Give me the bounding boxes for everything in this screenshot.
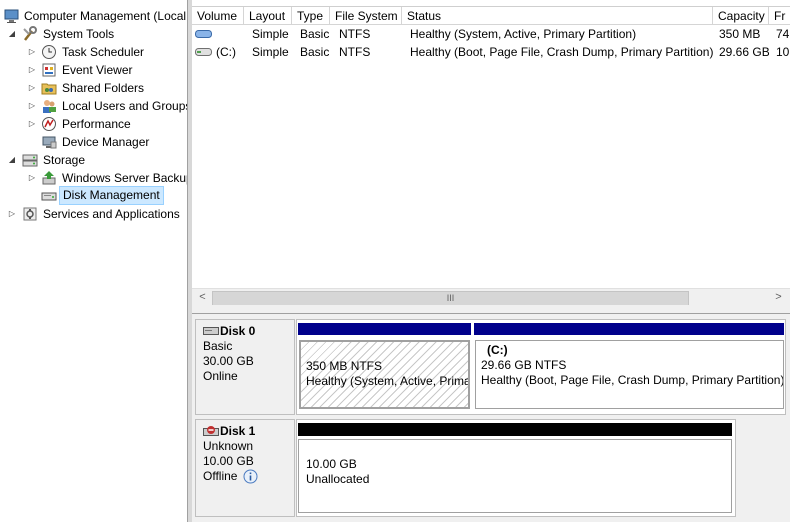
column-header-type[interactable]: Type (292, 7, 330, 25)
expand-arrow-icon[interactable]: ▷ (28, 79, 36, 97)
column-header-layout[interactable]: Layout (244, 7, 292, 25)
disk-1-partitions: 10.00 GB Unallocated (296, 419, 736, 517)
expand-arrow-icon[interactable]: ▷ (28, 169, 36, 187)
tree-label: Task Scheduler (62, 45, 145, 59)
cell-status: Healthy (Boot, Page File, Crash Dump, Pr… (410, 45, 714, 59)
primary-partition-bar (474, 323, 784, 335)
unallocated-bar (298, 423, 732, 436)
cell-layout: Simple (252, 45, 289, 59)
partition-status: Unallocated (306, 472, 370, 486)
offline-disk-icon (203, 426, 219, 436)
expand-arrow-icon[interactable]: ▷ (28, 43, 36, 61)
horizontal-pane-splitter[interactable] (192, 305, 790, 314)
tree-label: Device Manager (62, 135, 150, 149)
tree-label: Event Viewer (62, 63, 133, 77)
info-icon[interactable] (243, 469, 258, 484)
cell-free-space: 74 (776, 27, 790, 41)
disk-0-info[interactable]: Disk 0 Basic 30.00 GB Online (195, 319, 295, 415)
scrollbar-thumb[interactable]: III (212, 291, 689, 306)
scrollbar-grip: III (446, 293, 455, 303)
disk-status: Online (203, 369, 238, 383)
cell-capacity: 29.66 GB (719, 45, 769, 59)
navigation-tree: Computer Management (Local ◢ System Tool… (0, 0, 187, 522)
computer-management-icon (4, 9, 19, 23)
scroll-left-button[interactable]: < (194, 289, 211, 306)
partition-size: 10.00 GB (306, 457, 357, 471)
collapse-arrow-icon[interactable]: ◢ (8, 25, 16, 43)
backup-icon (42, 171, 56, 185)
expand-arrow-icon[interactable]: ▷ (28, 61, 36, 79)
performance-icon (42, 117, 56, 131)
expand-arrow-icon[interactable]: ▷ (28, 115, 36, 133)
column-header-free-space[interactable]: Fr (769, 7, 790, 25)
cell-type: Basic (300, 45, 330, 59)
tree-label: Computer Management (Local (24, 9, 187, 23)
disk-management-icon (41, 192, 57, 201)
disk-size: 30.00 GB (203, 354, 254, 368)
disk-1-info[interactable]: Disk 1 Unknown 10.00 GB Offline (195, 419, 295, 517)
tree-label: Local Users and Groups (62, 99, 187, 113)
cell-free-space: 10 (776, 45, 790, 59)
disk-status: Offline (203, 469, 238, 483)
cell-type: Basic (300, 27, 330, 41)
cell-layout: Simple (252, 27, 289, 41)
tree-label: Disk Management (59, 186, 164, 205)
cell-file-system: NTFS (339, 27, 371, 41)
disk-0-partitions: 350 MB NTFS Healthy (System, Active, Pri… (296, 319, 786, 415)
column-header-file-system[interactable]: File System (330, 7, 402, 25)
tree-label: Services and Applications (43, 207, 180, 221)
column-header-volume[interactable]: Volume (192, 7, 244, 25)
device-manager-icon (42, 136, 57, 149)
partition-label: (C:) (487, 343, 508, 357)
disk-type: Unknown (203, 439, 254, 453)
users-icon (43, 100, 56, 113)
collapse-arrow-icon[interactable]: ◢ (8, 151, 16, 169)
disk-icon (203, 327, 219, 335)
cell-status: Healthy (System, Active, Primary Partiti… (410, 27, 637, 41)
clock-icon (42, 45, 56, 59)
expand-arrow-icon[interactable]: ▷ (8, 205, 16, 223)
column-header-capacity[interactable]: Capacity (713, 7, 769, 25)
event-viewer-icon (42, 63, 56, 77)
disk-type: Basic (203, 339, 233, 353)
cell-file-system: NTFS (339, 45, 371, 59)
cell-volume: (C:) (216, 45, 236, 59)
cell-volume (192, 26, 244, 43)
scroll-right-button[interactable]: > (770, 289, 787, 306)
tree-label: System Tools (43, 27, 115, 41)
partition-status: Healthy (System, Active, Prima (306, 374, 470, 388)
tree-label: Windows Server Backup (62, 171, 187, 185)
partition-status: Healthy (Boot, Page File, Crash Dump, Pr… (481, 373, 784, 387)
tree-label: Shared Folders (62, 81, 145, 95)
services-icon (23, 207, 37, 221)
disk-graphical-view: Disk 0 Basic 30.00 GB Online 350 MB NTFS… (192, 314, 790, 522)
primary-partition-bar (298, 323, 471, 335)
shared-folder-icon (41, 83, 57, 95)
tree-label: Storage (43, 153, 86, 167)
column-header-status[interactable]: Status (402, 7, 713, 25)
tools-icon (23, 26, 37, 41)
partition-size: 350 MB NTFS (306, 359, 383, 373)
volume-list: Volume Layout Type File System Status Ca… (192, 6, 790, 306)
tree-label: Performance (62, 117, 131, 131)
disk-size: 10.00 GB (203, 454, 254, 468)
storage-icon (22, 154, 38, 167)
horizontal-scrollbar[interactable]: < III > (192, 288, 790, 306)
expand-arrow-icon[interactable]: ▷ (28, 97, 36, 115)
partition-size: 29.66 GB NTFS (481, 358, 567, 372)
cell-capacity: 350 MB (719, 27, 761, 41)
